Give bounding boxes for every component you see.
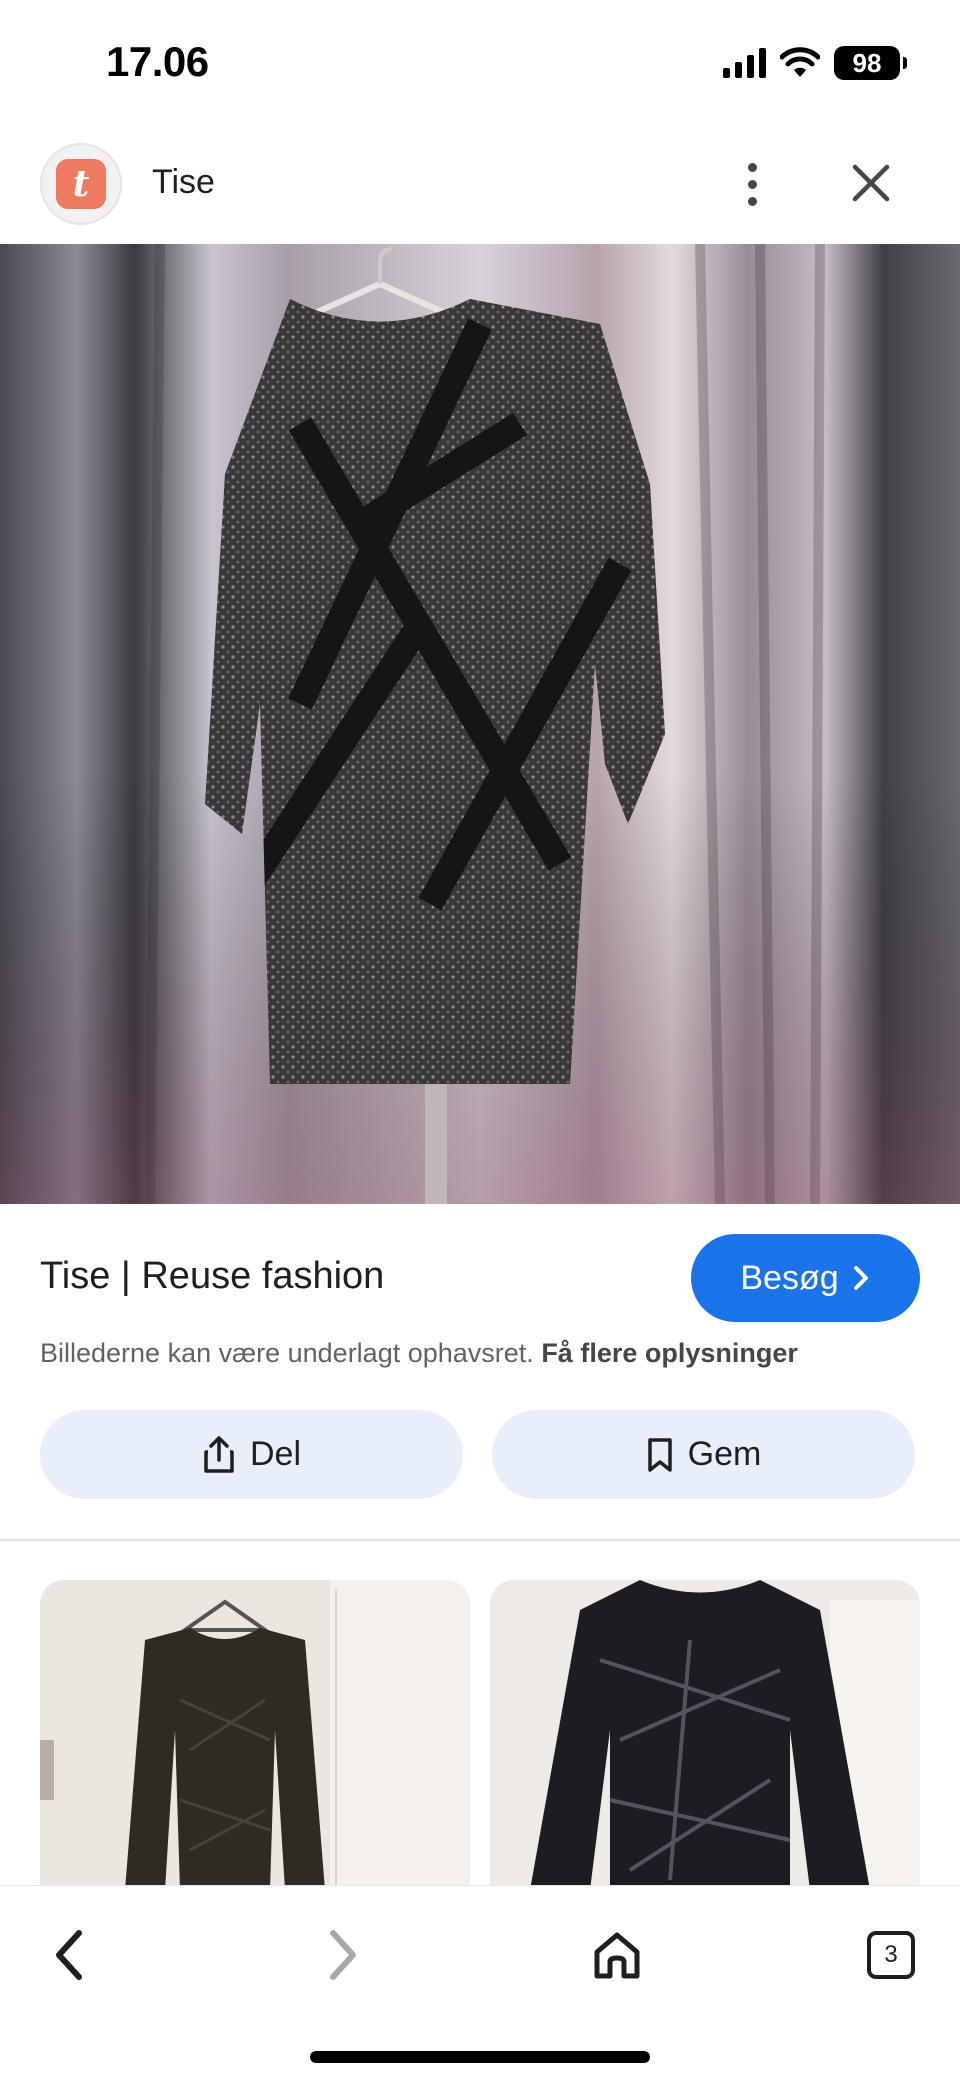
status-icons: 98 bbox=[723, 46, 907, 80]
more-info-link[interactable]: Få flere oplysninger bbox=[541, 1338, 798, 1368]
visit-button[interactable]: Besøg bbox=[691, 1234, 920, 1322]
close-icon[interactable] bbox=[845, 157, 897, 209]
home-button[interactable] bbox=[582, 1920, 652, 1990]
share-label: Del bbox=[249, 1435, 302, 1473]
forward-button[interactable] bbox=[308, 1920, 378, 1990]
save-label: Gem bbox=[687, 1435, 762, 1473]
main-image[interactable] bbox=[0, 244, 960, 1204]
tise-logo-icon: t bbox=[56, 159, 106, 209]
more-vert-icon bbox=[747, 162, 757, 172]
status-bar: 17.06 98 bbox=[0, 0, 960, 125]
more-options-button[interactable] bbox=[727, 149, 777, 219]
site-logo[interactable]: t bbox=[40, 143, 122, 225]
forward-arrow-icon bbox=[330, 1930, 356, 1980]
status-time: 17.06 bbox=[106, 38, 209, 85]
battery-icon: 98 bbox=[834, 46, 907, 80]
bookmark-icon bbox=[647, 1437, 672, 1472]
share-button[interactable]: Del bbox=[40, 1410, 463, 1499]
back-button[interactable] bbox=[34, 1920, 104, 1990]
share-icon bbox=[204, 1435, 234, 1473]
visit-button-label: Besøg bbox=[740, 1258, 839, 1297]
result-title[interactable]: Tise | Reuse fashion bbox=[40, 1255, 384, 1298]
signal-icon bbox=[723, 48, 766, 78]
bottom-navigation-bar: 3 bbox=[0, 1885, 960, 2078]
save-button[interactable]: Gem bbox=[492, 1410, 915, 1499]
tabs-button[interactable]: 3 bbox=[856, 1920, 926, 1990]
battery-level: 98 bbox=[852, 47, 882, 78]
copyright-text: Billederne kan være underlagt ophavsret. bbox=[40, 1338, 534, 1368]
chevron-right-icon bbox=[853, 1266, 868, 1290]
wifi-icon bbox=[780, 47, 820, 77]
source-header: t Tise bbox=[0, 135, 960, 245]
home-icon bbox=[594, 1932, 640, 1979]
divider bbox=[0, 1539, 960, 1541]
home-indicator[interactable] bbox=[310, 2051, 650, 2063]
tab-count: 3 bbox=[884, 1941, 898, 1968]
copyright-notice: Billederne kan være underlagt ophavsret.… bbox=[40, 1338, 798, 1369]
site-name[interactable]: Tise bbox=[152, 163, 215, 202]
related-image[interactable] bbox=[490, 1580, 920, 1890]
related-image[interactable] bbox=[40, 1580, 470, 1890]
tabs-icon: 3 bbox=[867, 1931, 915, 1979]
back-arrow-icon bbox=[56, 1930, 82, 1980]
